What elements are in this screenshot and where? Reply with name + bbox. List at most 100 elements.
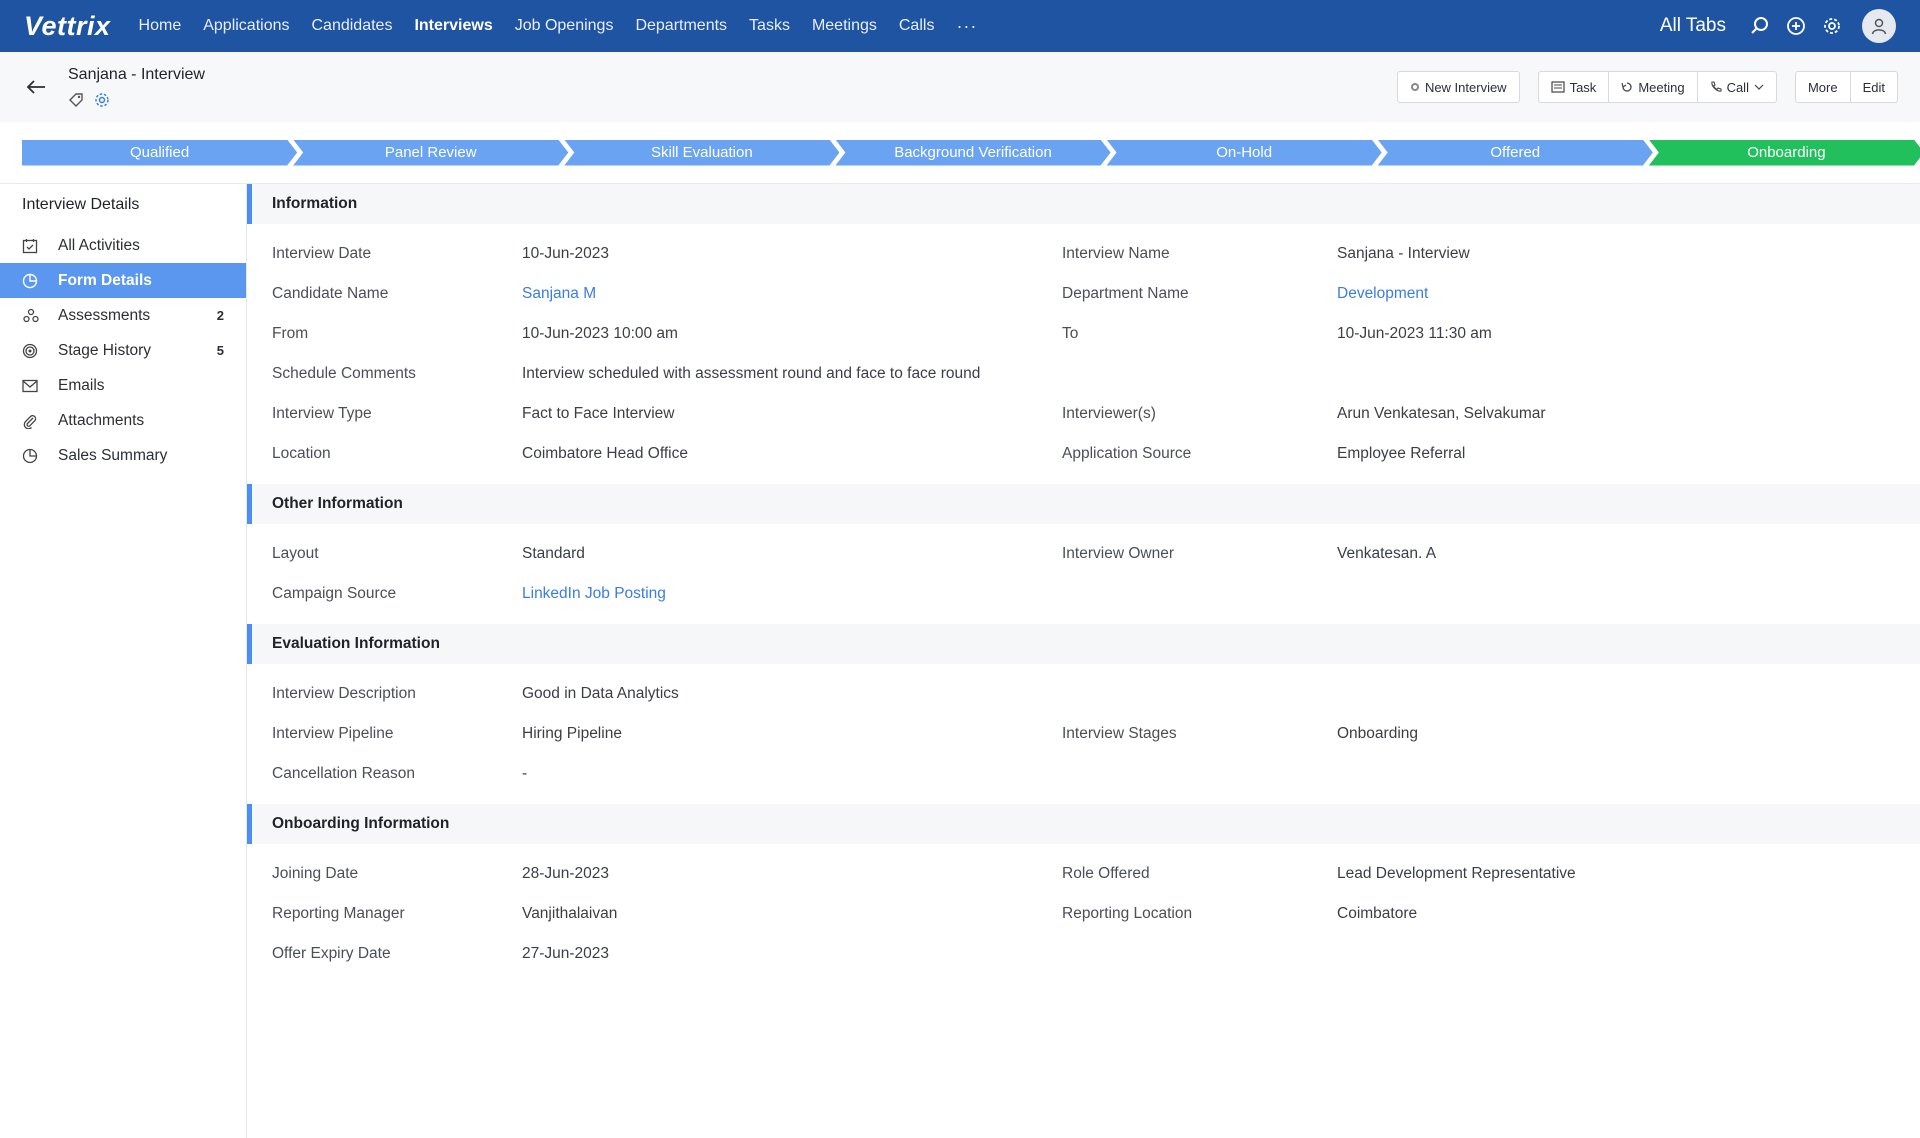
field-label: Layout — [272, 545, 319, 562]
nav-more-button[interactable]: ··· — [956, 16, 977, 37]
nav-applications[interactable]: Applications — [203, 17, 289, 35]
stage-panel-review[interactable]: Panel Review — [293, 140, 568, 166]
field-row: Offer Expiry Date 27-Jun-2023 — [247, 934, 1920, 974]
stage-on-hold[interactable]: On-Hold — [1107, 140, 1382, 166]
add-circle-icon[interactable] — [1778, 8, 1814, 44]
phone-icon — [1710, 81, 1722, 92]
meeting-icon — [1621, 82, 1632, 92]
section-title-evaluation-information: Evaluation Information — [247, 624, 1920, 664]
joining-date-value: 28-Jun-2023 — [522, 865, 610, 882]
sidebar-title: Interview Details — [22, 196, 140, 213]
stage-pipeline: Qualified Panel Review Skill Evaluation … — [0, 122, 1920, 184]
to-value: 10-Jun-2023 11:30 am — [1337, 325, 1492, 342]
sidebar-item-label: Form Details — [58, 271, 152, 289]
stage-skill-evaluation[interactable]: Skill Evaluation — [564, 140, 839, 166]
avatar[interactable] — [1862, 9, 1896, 43]
sidebar-item-form-details[interactable]: Form Details — [0, 263, 246, 298]
field-label: Interview Owner — [1062, 545, 1174, 562]
sidebar-item-label: Sales Summary — [58, 446, 168, 464]
all-tabs-button[interactable]: All Tabs — [1660, 15, 1726, 37]
nav-interviews[interactable]: Interviews — [414, 17, 492, 35]
from-value: 10-Jun-2023 10:00 am — [522, 325, 678, 342]
field-row: Interview Pipeline Hiring Pipeline Inter… — [247, 714, 1920, 754]
call-label: Call — [1726, 79, 1749, 95]
field-label: Campaign Source — [272, 585, 397, 602]
sidebar-item-label: Attachments — [58, 411, 145, 429]
call-button[interactable]: Call — [1697, 71, 1777, 103]
form-details-content: Information Interview Date 10-Jun-2023 I… — [247, 184, 1920, 1138]
sidebar: Interview Details All Activities Form De… — [0, 184, 247, 1138]
stage-background-verification[interactable]: Background Verification — [835, 140, 1110, 166]
more-edit-group: More Edit — [1794, 71, 1898, 103]
task-icon — [1550, 81, 1565, 93]
tag-icon[interactable] — [68, 92, 84, 108]
field-row: Reporting Manager Vanjithalaivan Reporti… — [247, 894, 1920, 934]
task-label: Task — [1569, 79, 1597, 95]
group-icon — [22, 308, 44, 324]
sidebar-item-all-activities[interactable]: All Activities — [0, 228, 246, 263]
main-body: Interview Details All Activities Form De… — [0, 184, 1920, 1138]
record-title-block: Sanjana - Interview — [68, 66, 205, 108]
nav-job-openings[interactable]: Job Openings — [515, 17, 614, 35]
nav-home[interactable]: Home — [139, 17, 182, 35]
page-title: Sanjana - Interview — [68, 66, 205, 83]
field-row: Interview Type Fact to Face Interview In… — [247, 394, 1920, 434]
record-header: Sanjana - Interview New Interview Task M… — [0, 52, 1920, 122]
meeting-button[interactable]: Meeting — [1609, 71, 1698, 103]
interview-name-value: Sanjana - Interview — [1337, 245, 1470, 262]
nav-meetings[interactable]: Meetings — [812, 17, 877, 35]
activity-button-group: Task Meeting Call — [1537, 71, 1777, 103]
main-nav: Home Applications Candidates Interviews … — [139, 16, 978, 37]
stage-offered[interactable]: Offered — [1378, 140, 1653, 166]
record-dot-icon — [1410, 83, 1419, 91]
stage-onboarding[interactable]: Onboarding — [1649, 140, 1920, 166]
department-name-link[interactable]: Development — [1337, 285, 1428, 303]
sidebar-item-emails[interactable]: Emails — [0, 368, 246, 403]
field-row: Interview Description Good in Data Analy… — [247, 674, 1920, 714]
nav-candidates[interactable]: Candidates — [312, 17, 393, 35]
back-arrow-icon[interactable] — [22, 73, 50, 101]
candidate-name-link[interactable]: Sanjana M — [522, 285, 1062, 303]
new-interview-button[interactable]: New Interview — [1396, 71, 1520, 103]
edit-button[interactable]: Edit — [1850, 71, 1898, 103]
search-icon[interactable] — [1742, 8, 1778, 44]
target-icon — [22, 343, 44, 359]
field-label: Interview Date — [272, 245, 372, 262]
settings-icon[interactable] — [94, 92, 110, 108]
evaluation-fields: Interview Description Good in Data Analy… — [247, 664, 1920, 804]
campaign-source-link[interactable]: LinkedIn Job Posting — [522, 585, 1062, 603]
task-button[interactable]: Task — [1537, 71, 1610, 103]
field-label: Offer Expiry Date — [272, 945, 391, 962]
gear-icon[interactable] — [1814, 8, 1850, 44]
record-actions: New Interview Task Meeting Call More Edi… — [1396, 71, 1898, 103]
pie-icon — [22, 448, 44, 464]
calendar-check-icon — [22, 238, 44, 254]
field-label: Interview Stages — [1062, 725, 1177, 742]
nav-tasks[interactable]: Tasks — [749, 17, 790, 35]
sidebar-item-attachments[interactable]: Attachments — [0, 403, 246, 438]
more-button[interactable]: More — [1794, 71, 1851, 103]
sidebar-item-label: All Activities — [58, 236, 140, 254]
sidebar-item-stage-history[interactable]: Stage History 5 — [0, 333, 246, 368]
role-offered-value: Lead Development Representative — [1337, 865, 1576, 882]
sidebar-item-assessments[interactable]: Assessments 2 — [0, 298, 246, 333]
offer-expiry-value: 27-Jun-2023 — [522, 945, 610, 962]
nav-calls[interactable]: Calls — [899, 17, 935, 35]
app-logo[interactable]: Vettrix — [24, 11, 111, 42]
sidebar-item-sales-summary[interactable]: Sales Summary — [0, 438, 246, 473]
stage-qualified[interactable]: Qualified — [22, 140, 297, 166]
section-title-information: Information — [247, 184, 1920, 224]
field-row: Cancellation Reason - — [247, 754, 1920, 794]
nav-departments[interactable]: Departments — [635, 17, 727, 35]
field-label: Candidate Name — [272, 285, 389, 302]
field-label: Interview Name — [1062, 245, 1170, 262]
field-label: Interviewer(s) — [1062, 405, 1156, 422]
field-label: From — [272, 325, 309, 342]
onboarding-fields: Joining Date 28-Jun-2023 Role Offered Le… — [247, 844, 1920, 984]
sidebar-item-label: Assessments — [58, 306, 151, 324]
interviewers-value: Arun Venkatesan, Selvakumar — [1337, 405, 1546, 422]
field-label: Interview Description — [272, 685, 416, 702]
field-label: Application Source — [1062, 445, 1192, 462]
field-label: To — [1062, 325, 1079, 342]
interview-stages-value: Onboarding — [1337, 725, 1419, 742]
